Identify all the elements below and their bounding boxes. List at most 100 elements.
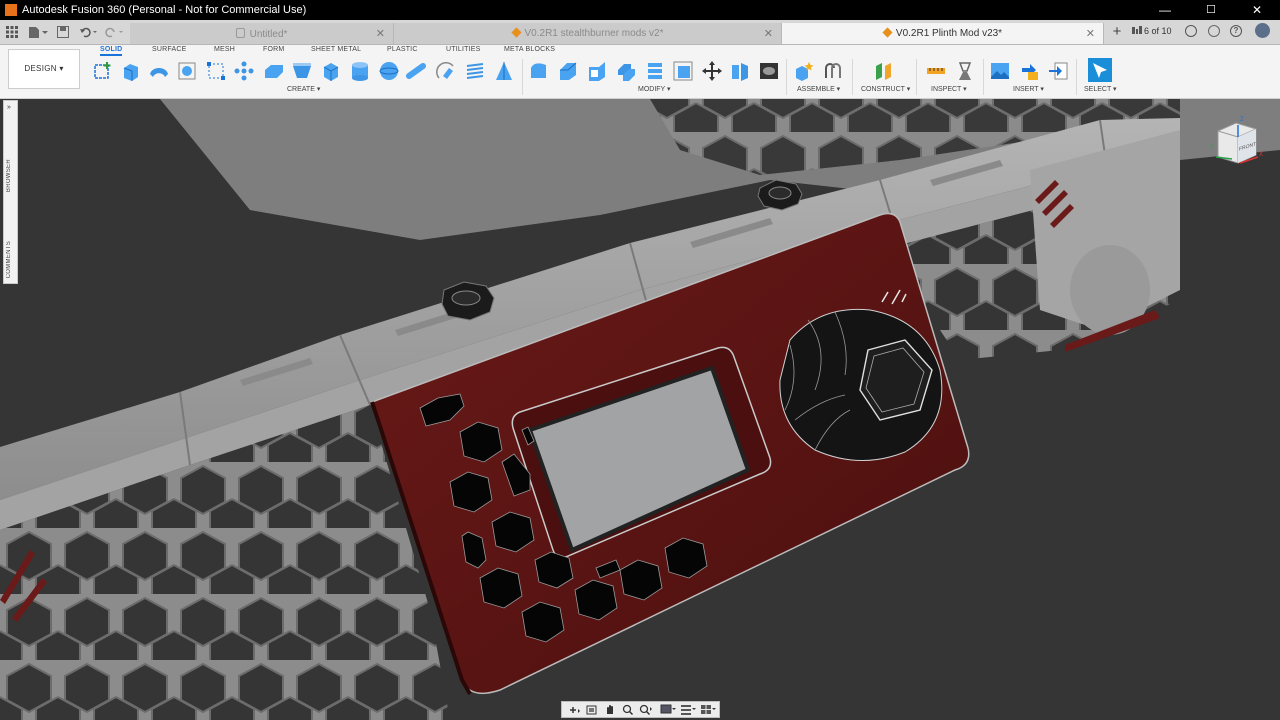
shell-icon[interactable] (615, 60, 637, 82)
tab-solid[interactable]: SOLID (100, 46, 123, 56)
insert-image-icon[interactable] (989, 60, 1011, 82)
rotary-encoder-knob[interactable] (779, 308, 943, 461)
extrude-icon[interactable] (148, 60, 170, 82)
tab-plinth-mod[interactable]: V0.2R1 Plinth Mod v23* ✕ (782, 23, 1104, 44)
web-icon[interactable] (493, 60, 515, 82)
tab-surface[interactable]: SURFACE (152, 46, 186, 53)
loft-icon[interactable] (263, 60, 285, 82)
thread-icon[interactable] (464, 60, 486, 82)
maximize-button[interactable]: ☐ (1188, 0, 1234, 20)
box-icon[interactable] (320, 60, 342, 82)
zoom-icon[interactable] (620, 704, 636, 716)
fillet-icon[interactable] (557, 60, 579, 82)
pattern-icon[interactable] (233, 60, 255, 82)
coil-icon[interactable] (435, 60, 457, 82)
viewcube-axis-label: Z (1240, 117, 1244, 123)
orbit-icon[interactable] (565, 704, 581, 716)
viewcube-axis-label: Y (1210, 145, 1215, 151)
joint-icon[interactable] (822, 60, 844, 82)
inspect-group-label[interactable]: INSPECT ▾ (931, 85, 967, 93)
select-group-label[interactable]: SELECT ▾ (1084, 85, 1117, 93)
file-menu-icon[interactable] (27, 22, 49, 42)
insert-mesh-icon[interactable] (1018, 60, 1040, 82)
job-status[interactable]: 6 of 10 (1132, 26, 1172, 36)
rib-icon[interactable] (291, 60, 313, 82)
model-canvas[interactable] (0, 99, 1280, 720)
look-at-icon[interactable] (584, 704, 600, 716)
group-separator (916, 59, 917, 95)
sphere-icon[interactable] (378, 60, 400, 82)
online-status-icon[interactable] (1185, 25, 1197, 37)
revolve-icon[interactable] (176, 60, 198, 82)
close-tab-icon[interactable]: ✕ (764, 27, 773, 40)
tab-plastic[interactable]: PLASTIC (387, 46, 418, 53)
tab-stealthburner-mods[interactable]: V0.2R1 stealthburner mods v2* ✕ (394, 23, 782, 44)
display-settings-icon[interactable] (660, 704, 676, 716)
assemble-group-label[interactable]: ASSEMBLE ▾ (797, 85, 840, 93)
group-separator (983, 59, 984, 95)
sweep-icon[interactable] (205, 60, 227, 82)
delete-icon[interactable] (758, 60, 780, 82)
align-icon[interactable] (729, 60, 751, 82)
3d-viewport[interactable] (0, 99, 1280, 720)
viewports-icon[interactable] (700, 704, 716, 716)
expand-panel-icon[interactable]: » (7, 104, 11, 111)
offset-plane-icon[interactable] (873, 60, 895, 82)
close-tab-icon[interactable]: ✕ (376, 27, 385, 40)
construct-group-label[interactable]: CONSTRUCT ▾ (861, 85, 910, 93)
help-icon[interactable]: ? (1230, 25, 1242, 37)
app-grid-icon[interactable] (4, 22, 20, 42)
hex-nut (757, 179, 803, 211)
tab-mesh[interactable]: MESH (214, 46, 235, 53)
avatar[interactable] (1255, 23, 1270, 38)
tab-label: V0.2R1 Plinth Mod v23* (895, 28, 1003, 39)
fusion-app-icon (5, 4, 17, 16)
scale-icon[interactable] (672, 60, 694, 82)
tab-sheet-metal[interactable]: SHEET METAL (311, 46, 361, 53)
chamfer-icon[interactable] (586, 60, 608, 82)
title-bar: Autodesk Fusion 360 (Personal - Not for … (0, 0, 1280, 20)
fit-icon[interactable] (638, 704, 654, 716)
create-sketch-icon[interactable] (92, 60, 114, 82)
minimize-button[interactable]: — (1142, 0, 1188, 20)
tab-untitled[interactable]: Untitled* ✕ (130, 23, 394, 44)
insert-svg-icon[interactable] (1047, 60, 1069, 82)
tab-utilities[interactable]: UTILITIES (446, 46, 480, 53)
component-icon (510, 27, 522, 38)
redo-icon[interactable] (104, 22, 126, 42)
comments-panel-label[interactable]: COMMENTS (6, 241, 12, 278)
save-icon[interactable] (56, 22, 70, 42)
tab-meta-blocks[interactable]: META BLOCKS (504, 46, 555, 53)
group-separator (852, 59, 853, 95)
group-separator (786, 59, 787, 95)
viewcube[interactable]: FRONT Y X Z (1210, 117, 1266, 169)
draft-icon[interactable] (644, 60, 666, 82)
grid-snap-icon[interactable] (680, 704, 696, 716)
create-form-icon[interactable] (120, 60, 142, 82)
notifications-icon[interactable] (1208, 25, 1220, 37)
close-window-button[interactable]: ✕ (1234, 0, 1280, 20)
viewcube-axis-label: X (1259, 152, 1264, 158)
insert-group-label[interactable]: INSERT ▾ (1013, 85, 1044, 93)
browser-side-panel[interactable]: » BROWSER COMMENTS (3, 100, 18, 284)
select-icon[interactable] (1088, 58, 1112, 82)
workspace-switcher[interactable]: DESIGN ▾ (8, 49, 80, 89)
create-group-label[interactable]: CREATE ▾ (287, 85, 320, 93)
new-component-icon[interactable] (793, 60, 815, 82)
tab-form[interactable]: FORM (263, 46, 284, 53)
close-tab-icon[interactable]: ✕ (1086, 27, 1095, 40)
pan-icon[interactable] (602, 704, 618, 716)
interference-icon[interactable] (954, 60, 976, 82)
cylinder-icon[interactable] (349, 60, 371, 82)
navigation-bar (561, 701, 720, 718)
undo-icon[interactable] (78, 22, 100, 42)
move-icon[interactable] (701, 60, 723, 82)
pipe-icon[interactable] (406, 60, 428, 82)
new-tab-button[interactable]: + (1109, 22, 1125, 42)
window-title: Autodesk Fusion 360 (Personal - Not for … (22, 4, 307, 16)
press-pull-icon[interactable] (528, 60, 550, 82)
browser-panel-label[interactable]: BROWSER (6, 159, 12, 192)
measure-icon[interactable] (925, 60, 947, 82)
modify-group-label[interactable]: MODIFY ▾ (638, 85, 671, 93)
tab-label: Untitled* (249, 29, 288, 40)
